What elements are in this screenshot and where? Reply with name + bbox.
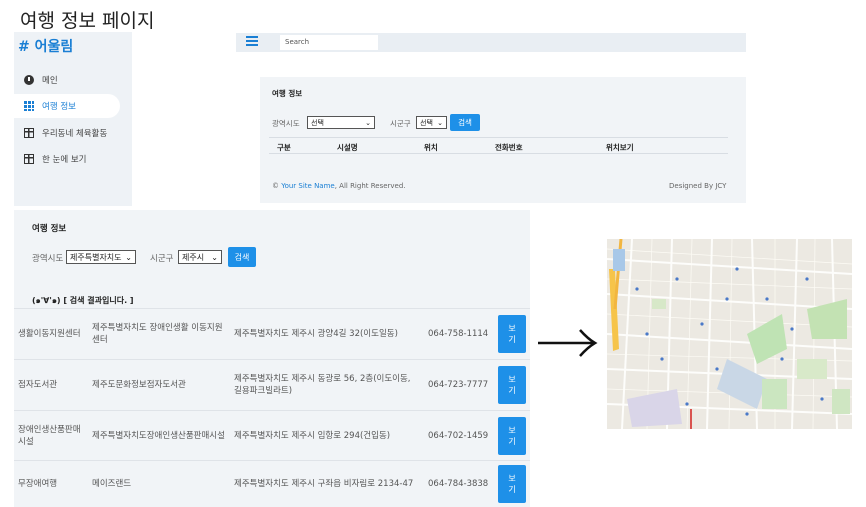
column-header: 전화번호 (495, 143, 523, 152)
panel-title: 여행 정보 (272, 89, 303, 98)
travel-info-panel-empty: 여행 정보 광역시도 선택 ⌄ 시군구 선택 ⌄ 검색 구분 시설명 위치 전화번호… (260, 77, 746, 203)
sidebar-item-label: 메인 (42, 76, 58, 86)
cell-phone: 064-758-1114 (428, 329, 489, 339)
hamburger-icon[interactable] (246, 36, 260, 48)
sidebar: # 어울림 메인 여행 정보 우리동네 체육활동 한 눈에 보기 (14, 32, 132, 206)
cell-name: 메이즈랜드 (92, 479, 132, 489)
sidebar-item-travel-info[interactable]: 여행 정보 (14, 94, 120, 118)
view-location-button[interactable]: 보기 (498, 416, 526, 455)
cell-name: 제주특별자치도장애인생산품판매시설 (92, 430, 225, 441)
district-select[interactable]: 제주시 ⌄ (178, 250, 222, 264)
travel-info-panel-results: 여행 정보 광역시도 제주특별자치도 ⌄ 시군구 제주시 ⌄ 검색 (๑'∀'๑) … (14, 210, 530, 507)
view-location-button[interactable]: 보기 (498, 366, 526, 404)
cell-address: 제주특별자치도 제주시 광양4길 32(이도일동) (234, 329, 398, 339)
district-label: 시군구 (150, 254, 174, 264)
cell-category: 점자도서관 (18, 380, 58, 390)
panel-title: 여행 정보 (32, 224, 67, 234)
table-header: 구분 시설명 위치 전화번호 위치보기 (269, 137, 728, 154)
cell-address: 제주특별자치도 제주시 임항로 294(건입동) (234, 430, 391, 441)
right-arrow-icon (538, 329, 598, 357)
chevron-down-icon: ⌄ (211, 252, 218, 262)
sidebar-item-overview[interactable]: 한 눈에 보기 (14, 147, 120, 171)
grid-icon (24, 101, 34, 111)
table-icon (24, 154, 34, 164)
chevron-down-icon: ⌄ (125, 252, 132, 262)
result-note: (๑'∀'๑) [ 검색 결과입니다. ] (32, 296, 134, 305)
cell-category: 장애인생산품판매시설 (18, 424, 81, 447)
top-bar: Search (236, 33, 746, 52)
search-input[interactable]: Search (280, 35, 378, 50)
province-label: 광역시도 (272, 119, 300, 128)
district-select[interactable]: 선택 ⌄ (416, 116, 447, 129)
view-location-button[interactable]: 보기 (498, 465, 526, 503)
table-row: 무장애여행 메이즈랜드 제주특별자치도 제주시 구좌읍 비자림로 2134-47… (14, 460, 530, 507)
cell-address: 제주특별자치도 제주시 동광로 56, 2층(이도이동, 길용파크빌라트) (234, 374, 411, 396)
column-header: 구분 (277, 143, 291, 152)
sidebar-item-label: 한 눈에 보기 (42, 155, 87, 165)
district-label: 시군구 (390, 119, 411, 128)
table-icon (24, 128, 34, 138)
cell-address: 제주특별자치도 제주시 구좌읍 비자림로 2134-47 (234, 479, 414, 489)
column-header: 위치 (424, 143, 438, 152)
brand-logo[interactable]: # 어울림 (18, 36, 73, 56)
chevron-down-icon: ⌄ (365, 118, 371, 127)
cell-category: 생활이동지원센터 (18, 329, 81, 339)
chevron-down-icon: ⌄ (437, 118, 443, 127)
table-row: 장애인생산품판매시설 제주특별자치도장애인생산품판매시설 제주특별자치도 제주시… (14, 410, 530, 460)
sidebar-item-label: 여행 정보 (42, 102, 76, 112)
site-name-link[interactable]: Your Site Name (281, 182, 334, 190)
cell-name: 제주특별자치도 장애인생활 이동지원센터 (92, 323, 223, 345)
street-map-image (607, 239, 852, 429)
province-label: 광역시도 (32, 254, 64, 264)
footer-copyright: © Your Site Name, All Right Reserved. (272, 182, 406, 190)
table-row: 점자도서관 제주도문화정보점자도서관 제주특별자치도 제주시 동광로 56, 2… (14, 359, 530, 410)
column-header: 위치보기 (606, 143, 634, 152)
view-location-button[interactable]: 보기 (498, 315, 526, 353)
search-button[interactable]: 검색 (450, 114, 480, 131)
cell-phone: 064-702-1459 (428, 430, 489, 441)
province-select[interactable]: 제주특별자치도 ⌄ (66, 250, 136, 264)
cell-name: 제주도문화정보점자도서관 (92, 380, 186, 390)
sidebar-item-main[interactable]: 메인 (14, 68, 120, 92)
sidebar-item-label: 우리동네 체육활동 (42, 129, 108, 139)
sidebar-item-sports[interactable]: 우리동네 체육활동 (14, 121, 120, 145)
gauge-icon (24, 75, 34, 85)
cell-category: 무장애여행 (18, 479, 58, 489)
column-header: 시설명 (337, 143, 358, 152)
cell-phone: 064-723-7777 (428, 380, 489, 390)
footer-credit: Designed By JCY (669, 182, 727, 190)
search-button[interactable]: 검색 (228, 247, 256, 267)
table-row: 생활이동지원센터 제주특별자치도 장애인생활 이동지원센터 제주특별자치도 제주… (14, 308, 530, 359)
province-select[interactable]: 선택 ⌄ (307, 116, 375, 129)
page-heading: 여행 정보 페이지 (20, 10, 155, 32)
cell-phone: 064-784-3838 (428, 479, 489, 489)
